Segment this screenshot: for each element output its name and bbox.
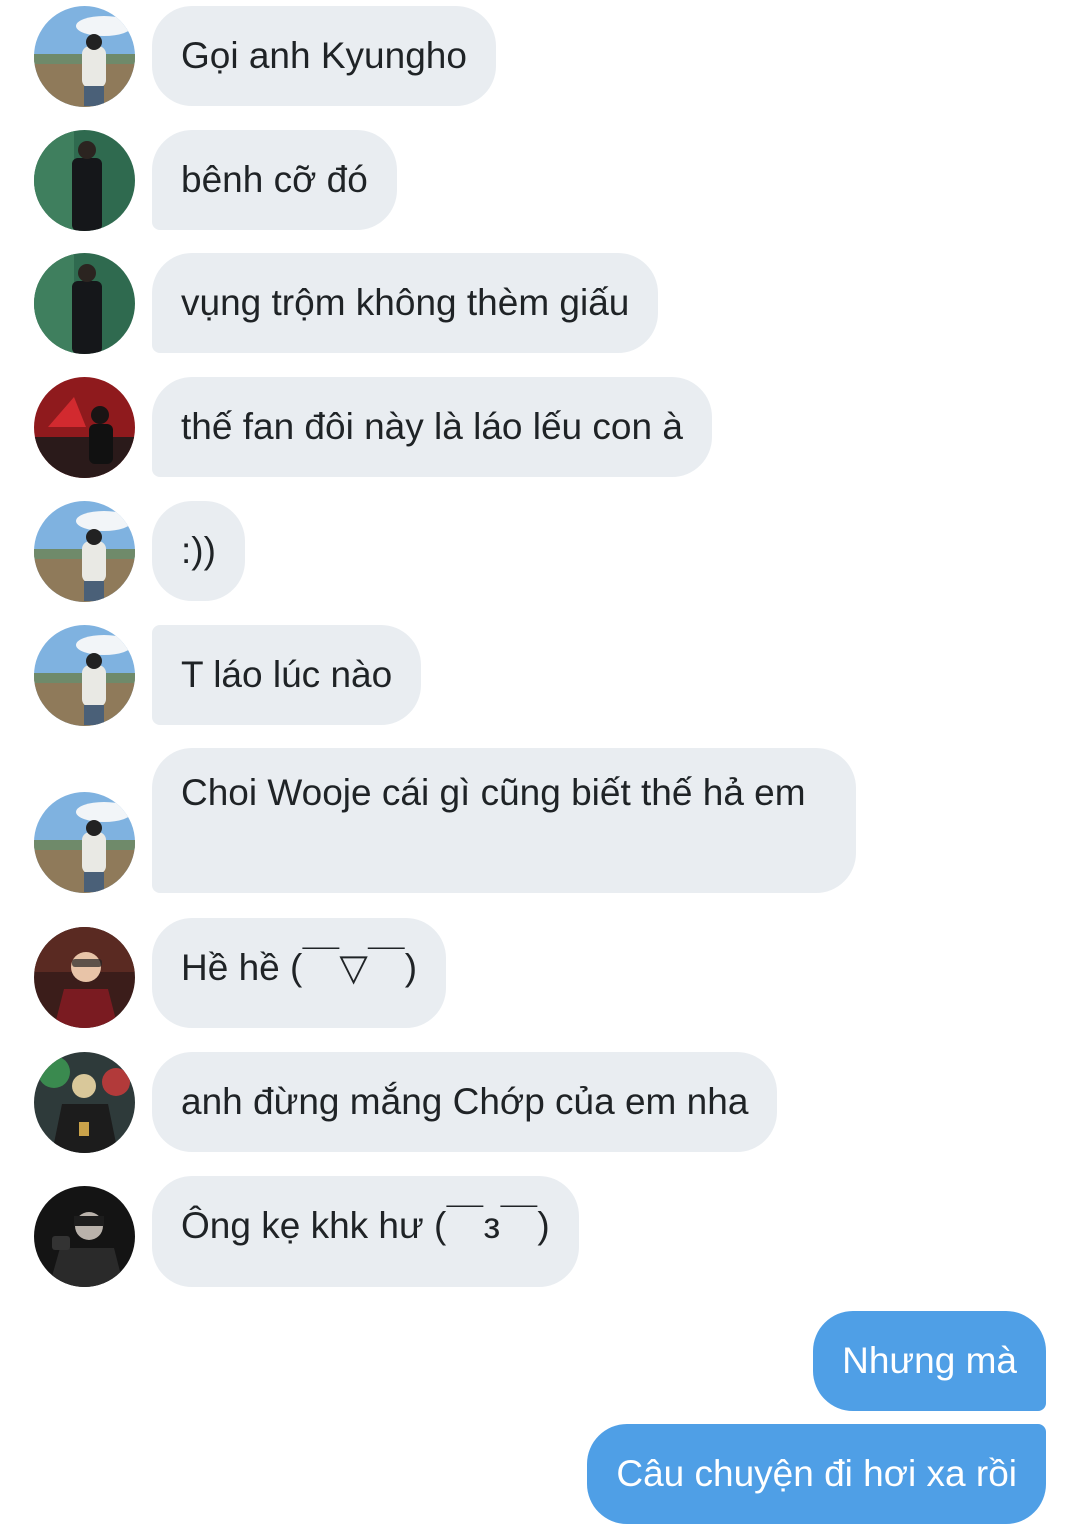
message-bubble[interactable]: T láo lúc nào	[152, 625, 422, 725]
message-bubble[interactable]: vụng trộm không thèm giấu	[152, 253, 659, 353]
message-bubble[interactable]: bênh cỡ đó	[152, 130, 397, 230]
message-bubble[interactable]: anh đừng mắng Chớp của em nha	[152, 1052, 778, 1152]
avatar[interactable]	[34, 1186, 135, 1287]
message-bubble[interactable]: thế fan đôi này là láo lếu con à	[152, 377, 712, 477]
avatar[interactable]	[34, 6, 135, 107]
message-bubble[interactable]: Gọi anh Kyungho	[152, 6, 496, 106]
message-bubble[interactable]: Ông kẹ khk hư (￣з￣)	[152, 1176, 579, 1287]
avatar[interactable]	[34, 501, 135, 602]
avatar[interactable]	[34, 253, 135, 354]
own-message-bubble[interactable]: Câu chuyện đi hơi xa rồi	[587, 1424, 1046, 1524]
avatar[interactable]	[34, 927, 135, 1028]
avatar[interactable]	[34, 792, 135, 893]
avatar[interactable]	[34, 377, 135, 478]
avatar[interactable]	[34, 625, 135, 726]
avatar[interactable]	[34, 130, 135, 231]
message-bubble[interactable]: Hề hề (￣▽￣)	[152, 918, 447, 1028]
own-message-bubble[interactable]: Nhưng mà	[813, 1311, 1046, 1411]
avatar[interactable]	[34, 1052, 135, 1153]
message-bubble[interactable]: :))	[152, 501, 245, 601]
message-bubble[interactable]: Choi Wooje cái gì cũng biết thế hả em	[152, 748, 856, 893]
